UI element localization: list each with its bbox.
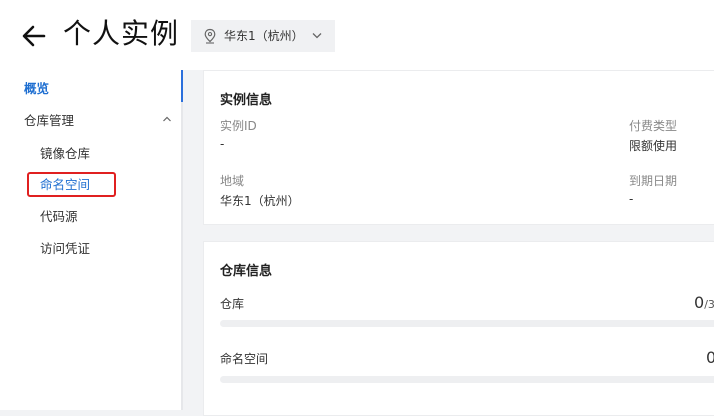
- expiry-date-label: 到期日期: [629, 174, 678, 188]
- region-label: 华东1（杭州）: [224, 29, 304, 43]
- sidebar-active-indicator: [181, 70, 183, 102]
- billing-type-label: 付费类型: [629, 119, 678, 133]
- instance-id-label: 实例ID: [220, 119, 257, 133]
- sidebar-item-code-source[interactable]: 代码源: [40, 208, 78, 226]
- namespace-label: 命名空间: [220, 352, 269, 366]
- billing-type-value: 限额使用: [629, 139, 678, 153]
- instance-info-card: 实例信息 实例ID - 付费类型 限额使用 地域 华东1（杭州） 到期日期 -: [203, 70, 714, 225]
- sidebar-item-namespace[interactable]: 命名空间: [40, 176, 90, 194]
- sidebar-item-overview[interactable]: 概览: [24, 80, 49, 98]
- chevron-up-icon[interactable]: [162, 115, 172, 123]
- instance-id-value: -: [220, 137, 225, 151]
- namespace-usage-bar: [220, 376, 714, 383]
- sidebar-group-repo-management[interactable]: 仓库管理: [24, 112, 74, 130]
- page-title: 个人实例: [63, 17, 180, 50]
- repos-count: 0/3: [694, 293, 714, 312]
- region-field-value: 华东1（杭州）: [220, 194, 300, 208]
- sidebar: 概览 仓库管理 镜像仓库 命名空间 代码源 访问凭证: [0, 70, 183, 410]
- repos-limit: /3: [704, 298, 714, 311]
- page-header: 个人实例 华东1（杭州）: [0, 0, 714, 70]
- region-field-label: 地域: [220, 174, 245, 188]
- expiry-date-value: -: [629, 192, 634, 206]
- sidebar-item-access-credential[interactable]: 访问凭证: [40, 240, 90, 258]
- chevron-down-icon: [312, 33, 322, 39]
- instance-info-title: 实例信息: [220, 93, 273, 108]
- repos-usage-bar: [220, 320, 714, 327]
- location-pin-icon: [204, 28, 216, 44]
- repo-info-title: 仓库信息: [220, 264, 273, 279]
- repos-label: 仓库: [220, 297, 245, 311]
- region-select[interactable]: 华东1（杭州）: [191, 20, 335, 52]
- sidebar-item-image-repo[interactable]: 镜像仓库: [40, 145, 90, 163]
- repo-info-card: 仓库信息 仓库 0/3 命名空间 0: [203, 241, 714, 416]
- back-arrow-icon[interactable]: [20, 21, 50, 51]
- sidebar-rail: [181, 70, 183, 410]
- namespace-count: 0: [706, 348, 714, 367]
